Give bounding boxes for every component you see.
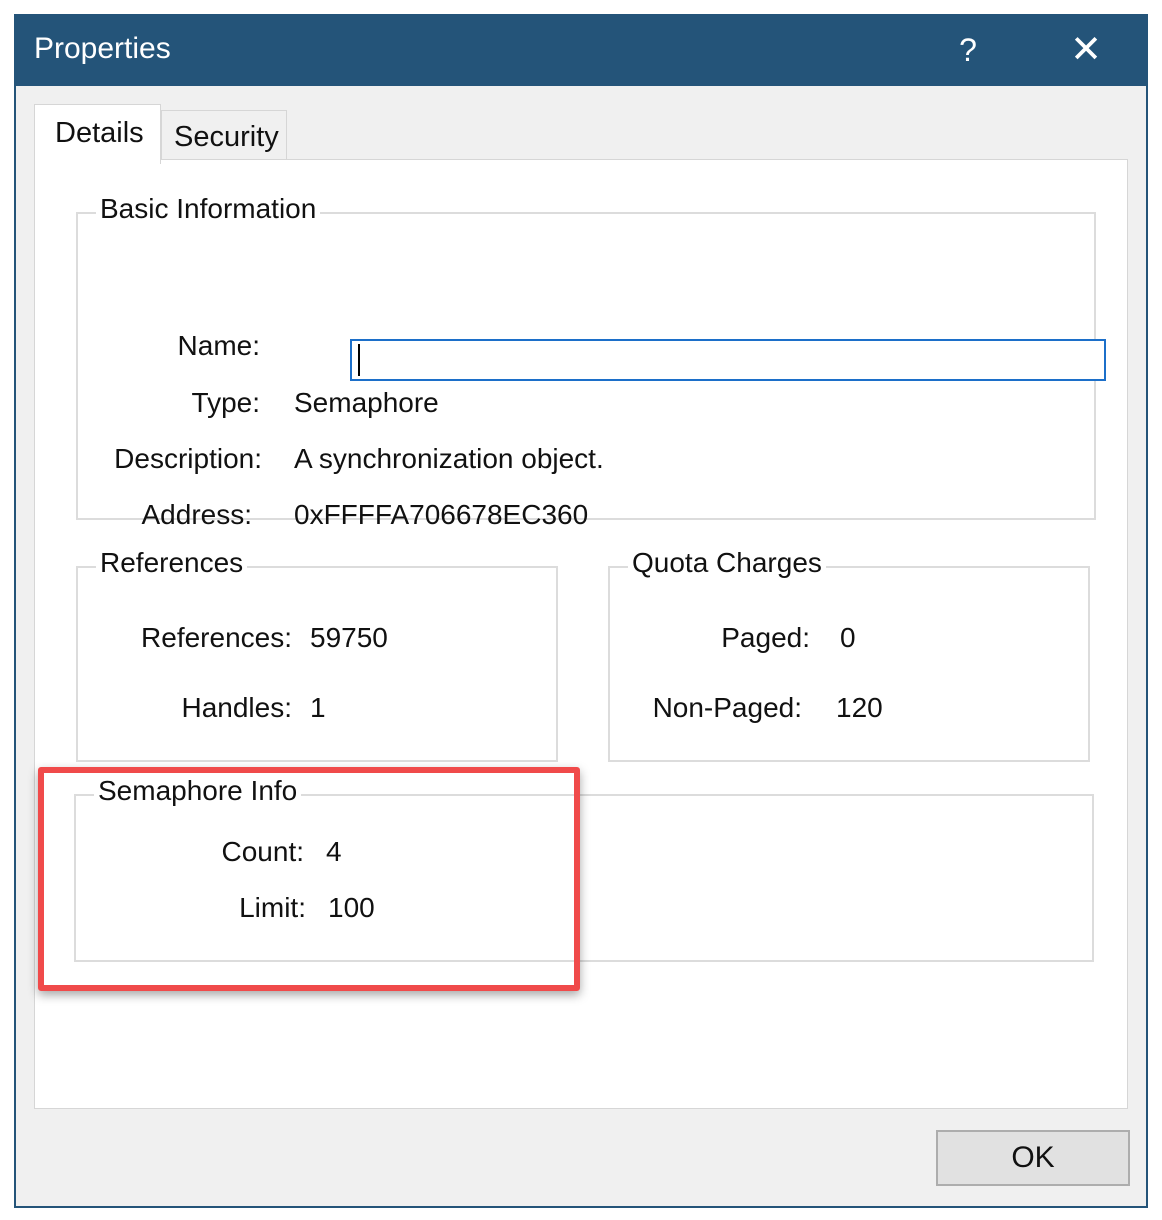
tab-details[interactable]: Details [34,104,161,164]
count-label: Count: [221,836,305,867]
description-value: A synchronization object. [294,443,604,474]
title-bar: Properties ? ✕ [16,16,1146,86]
basic-information-group: Basic Information Name: Type: Semaphore … [76,193,1106,530]
type-label: Type: [191,387,260,418]
window-title: Properties [34,32,171,65]
non-paged-label: Non-Paged: [652,692,802,723]
semaphore-info-group: Semaphore Info Count: 4 Limit: 100 [74,775,1094,962]
ok-button[interactable]: OK [936,1130,1130,1186]
semaphore-info-title: Semaphore Info [94,775,302,807]
limit-label: Limit: [239,892,306,923]
references-value: 59750 [310,622,388,653]
name-label: Name: [177,330,260,361]
basic-information-title: Basic Information [96,193,321,225]
non-paged-value: 120 [836,692,883,723]
close-button[interactable]: ✕ [1056,26,1116,74]
description-label: Description: [114,443,262,474]
limit-value: 100 [328,892,375,923]
properties-window: Properties ? ✕ Details Security Basic In… [14,14,1148,1208]
tab-security[interactable]: Security [161,110,287,160]
count-value: 4 [326,836,342,867]
help-button[interactable]: ? [944,26,992,74]
handles-value: 1 [310,692,326,723]
handles-label: Handles: [181,692,292,723]
address-label: Address: [141,499,253,530]
text-caret [358,344,360,376]
references-title: References [96,547,248,579]
references-label: References: [141,622,292,653]
details-panel: Basic Information Name: Type: Semaphore … [34,159,1128,1109]
type-value: Semaphore [294,387,439,418]
address-value: 0xFFFFA706678EC360 [294,499,589,530]
paged-value: 0 [840,622,856,653]
name-input[interactable] [350,339,1106,381]
quota-charges-title: Quota Charges [628,547,826,579]
references-group: References References: 59750 Handles: 1 [76,547,558,762]
paged-label: Paged: [721,622,810,653]
quota-charges-group: Quota Charges Paged: 0 Non-Paged: 120 [608,547,1090,762]
